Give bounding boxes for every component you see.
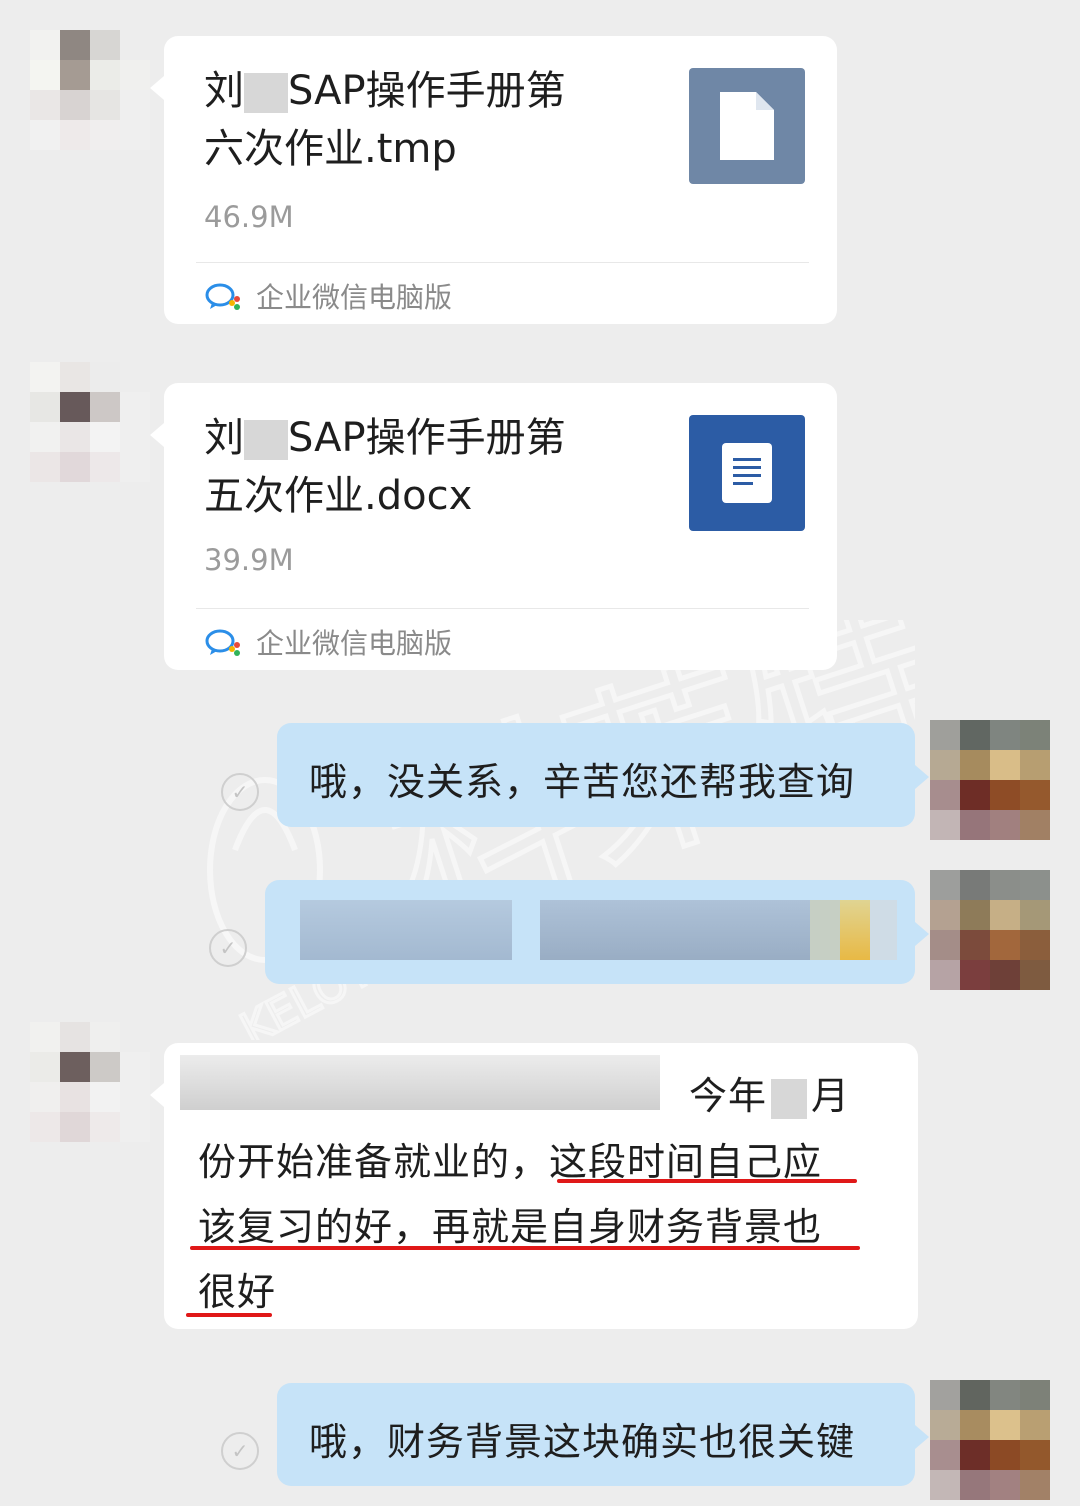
divider <box>196 608 809 609</box>
highlight-underline <box>186 1313 272 1317</box>
message-text-line4: 很好 <box>198 1270 277 1314</box>
redacted-text <box>300 900 897 960</box>
file-message[interactable]: 刘 SAP操作手册第 五次作业.docx 39.9M 企业微信电脑版 <box>150 383 837 670</box>
read-check-icon: ✓ <box>209 929 247 967</box>
avatar[interactable] <box>30 30 150 150</box>
avatar[interactable] <box>30 1022 150 1142</box>
outgoing-message[interactable]: 哦，财务背景这块确实也很关键 <box>277 1383 929 1486</box>
source-label: 企业微信电脑版 <box>204 276 452 316</box>
message-text: 哦，没关系，辛苦您还帮我查询 <box>309 760 856 804</box>
incoming-message[interactable]: 今年月 份开始准备就业的，这段时间自己应 该复习的好，再就是自身财务背景也 很好 <box>150 1043 918 1329</box>
source-label: 企业微信电脑版 <box>204 622 452 662</box>
message-text-line2: 份开始准备就业的，这段时间自己应 <box>198 1140 823 1184</box>
divider <box>196 262 809 263</box>
file-message[interactable]: 刘 SAP操作手册第 六次作业.tmp 46.9M 企业微信电脑版 <box>150 36 837 324</box>
wecom-icon <box>205 629 240 656</box>
avatar[interactable] <box>930 1380 1050 1500</box>
file-name: 刘 SAP操作手册第 五次作业.docx <box>204 415 566 519</box>
highlight-underline <box>190 1246 860 1250</box>
avatar[interactable] <box>930 870 1050 990</box>
read-check-icon: ✓ <box>221 1432 259 1470</box>
redacted-name <box>244 73 288 113</box>
outgoing-message-redacted[interactable] <box>265 880 929 984</box>
avatar[interactable] <box>930 720 1050 840</box>
redacted-name <box>244 420 288 460</box>
message-text: 哦，财务背景这块确实也很关键 <box>309 1420 856 1464</box>
file-size: 39.9M <box>204 543 294 577</box>
read-check-icon: ✓ <box>221 773 259 811</box>
generic-file-icon <box>689 68 805 184</box>
file-name: 刘 SAP操作手册第 六次作业.tmp <box>204 68 566 172</box>
highlight-underline <box>557 1179 857 1183</box>
word-doc-icon <box>689 415 805 531</box>
outgoing-message[interactable]: 哦，没关系，辛苦您还帮我查询 <box>277 723 929 827</box>
avatar[interactable] <box>30 362 150 482</box>
redacted-month <box>771 1078 808 1119</box>
message-text-line3: 该复习的好，再就是自身财务背景也 <box>198 1205 823 1249</box>
message-text-line1: 今年月 <box>689 1074 851 1119</box>
redacted-text <box>180 1055 660 1110</box>
wecom-icon <box>205 283 240 310</box>
file-size: 46.9M <box>204 200 294 234</box>
